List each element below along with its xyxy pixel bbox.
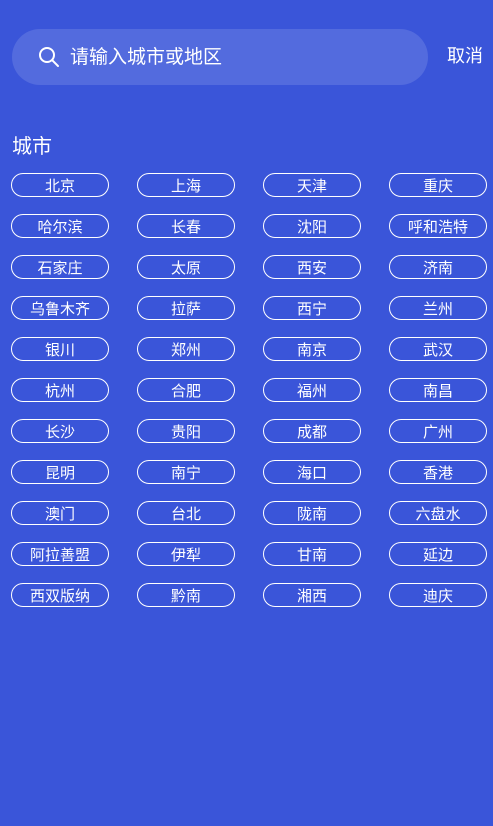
city-chip[interactable]: 南宁 [137,460,235,484]
city-chip[interactable]: 济南 [389,255,487,279]
city-chip[interactable]: 武汉 [389,337,487,361]
city-chip[interactable]: 重庆 [389,173,487,197]
city-chip[interactable]: 长春 [137,214,235,238]
section-title: 城市 [12,134,52,158]
city-chip[interactable]: 贵阳 [137,419,235,443]
search-bar[interactable] [12,29,428,85]
city-chip[interactable]: 南京 [263,337,361,361]
city-chip[interactable]: 甘南 [263,542,361,566]
city-chip[interactable]: 黔南 [137,583,235,607]
search-input[interactable] [70,46,400,68]
city-chip[interactable]: 天津 [263,173,361,197]
city-chip[interactable]: 呼和浩特 [389,214,487,238]
city-chip[interactable]: 长沙 [11,419,109,443]
city-chip[interactable]: 成都 [263,419,361,443]
city-chip[interactable]: 兰州 [389,296,487,320]
city-chip[interactable]: 石家庄 [11,255,109,279]
city-chip[interactable]: 太原 [137,255,235,279]
city-chip[interactable]: 陇南 [263,501,361,525]
city-chip[interactable]: 拉萨 [137,296,235,320]
city-chip[interactable]: 昆明 [11,460,109,484]
city-chip[interactable]: 广州 [389,419,487,443]
city-chip[interactable]: 上海 [137,173,235,197]
city-chip[interactable]: 银川 [11,337,109,361]
city-chip[interactable]: 阿拉善盟 [11,542,109,566]
city-chip[interactable]: 福州 [263,378,361,402]
search-icon [38,46,60,68]
city-chip[interactable]: 湘西 [263,583,361,607]
city-chip[interactable]: 延边 [389,542,487,566]
city-chip[interactable]: 香港 [389,460,487,484]
city-chip[interactable]: 北京 [11,173,109,197]
city-chip[interactable]: 伊犁 [137,542,235,566]
cancel-button[interactable]: 取消 [447,45,483,69]
city-chip[interactable]: 迪庆 [389,583,487,607]
city-chip[interactable]: 合肥 [137,378,235,402]
city-chip[interactable]: 西双版纳 [11,583,109,607]
city-chip[interactable]: 台北 [137,501,235,525]
city-chip[interactable]: 澳门 [11,501,109,525]
city-chip[interactable]: 乌鲁木齐 [11,296,109,320]
city-grid: 北京 上海 天津 重庆哈尔滨 长春 沈阳 呼和浩特石家庄 太原 西安 济南乌鲁木齐 拉萨 西宁 兰州银川… [11,173,487,607]
city-chip[interactable]: 南昌 [389,378,487,402]
city-chip[interactable]: 郑州 [137,337,235,361]
city-chip[interactable]: 哈尔滨 [11,214,109,238]
city-chip[interactable]: 沈阳 [263,214,361,238]
city-chip[interactable]: 西宁 [263,296,361,320]
city-chip[interactable]: 西安 [263,255,361,279]
city-chip[interactable]: 海口 [263,460,361,484]
city-chip[interactable]: 杭州 [11,378,109,402]
city-chip[interactable]: 六盘水 [389,501,487,525]
